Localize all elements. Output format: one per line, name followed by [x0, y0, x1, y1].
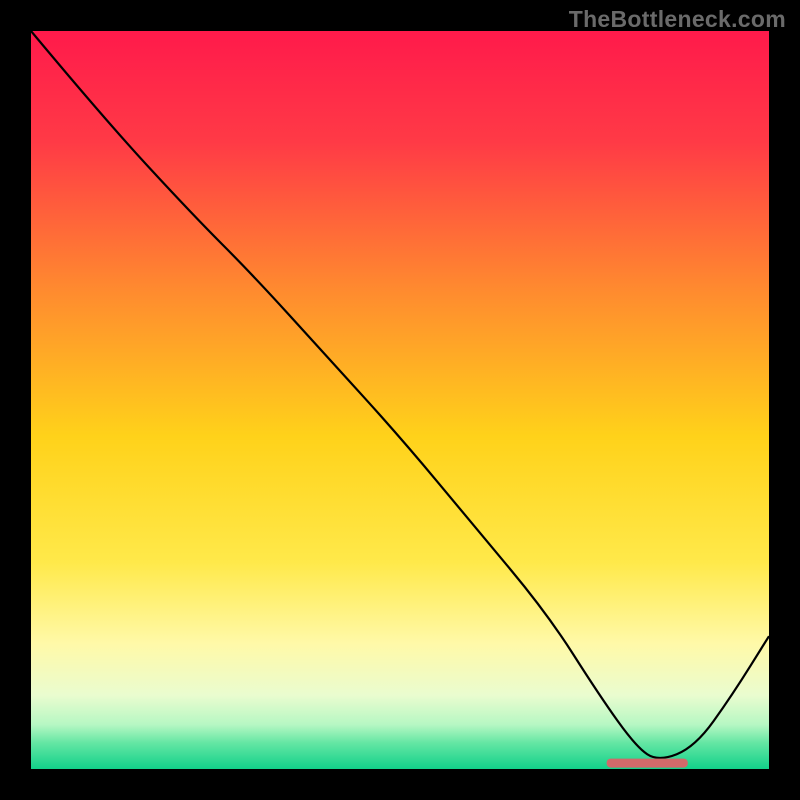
bottleneck-chart	[31, 31, 769, 769]
optimum-marker	[607, 759, 688, 768]
chart-background-gradient	[31, 31, 769, 769]
watermark-text: TheBottleneck.com	[569, 6, 786, 33]
